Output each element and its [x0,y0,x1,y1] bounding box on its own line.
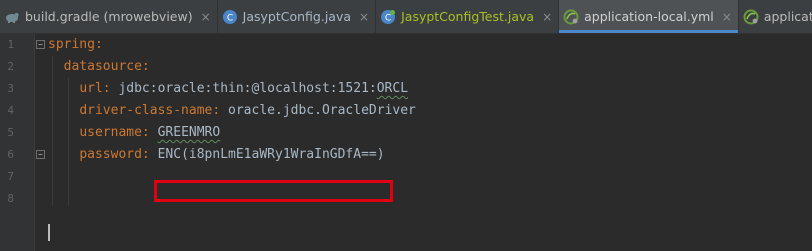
code-line[interactable]: datasource: [48,56,150,78]
code-line[interactable]: username: GREENMRO [48,122,220,144]
yaml-key: datasource: [63,59,150,74]
password-highlight-box [154,180,393,202]
yaml-value: oracle.jdbc.OracleDriver [220,103,416,118]
svg-text:C: C [227,13,233,23]
spring-yml-icon [743,9,764,25]
line-number: 1 [7,38,14,51]
tab-label: application-test.yml [763,9,812,24]
text-cursor [48,224,50,241]
tab-application-test-yml[interactable]: application-test.yml× [739,0,812,33]
svg-text:C: C [385,13,391,23]
close-icon[interactable]: × [722,10,732,24]
line-number: 4 [7,104,14,117]
spellcheck-word: GREENMRO [157,125,221,140]
yaml-value: ENC(i8pnLmE1aWRy1WraInGDfA==) [149,147,385,162]
line-number: 3 [7,82,14,95]
tab-label: build.gradle (mrowebview) [25,9,193,24]
yaml-key: username: [79,125,150,140]
yaml-value [150,125,158,140]
tab-jasyptconfigtest-java[interactable]: C JasyptConfigTest.java × [376,0,560,33]
indent-guide [68,78,69,206]
java-class-icon: C [222,9,243,25]
line-number: 7 [7,170,14,183]
tab-label: application-local.yml [584,9,714,24]
spellcheck-word: ORCL [376,81,409,96]
yaml-value: jdbc:oracle:thin:@localhost:1521: [110,81,377,96]
yaml-key: spring: [48,37,103,52]
close-icon[interactable]: × [201,10,211,24]
tab-jasyptconfig-java[interactable]: C JasyptConfig.java × [218,0,377,33]
java-test-class-icon: C [380,9,401,25]
gradle-icon [4,9,25,25]
fold-marker-icon[interactable] [36,40,46,50]
code-line[interactable]: spring: [48,34,103,56]
line-number: 5 [7,126,14,139]
close-icon[interactable]: × [359,10,369,24]
line-number: 2 [7,60,14,73]
line-number-gutter: 1 2 3 4 5 6 7 8 [0,34,35,251]
fold-marker-icon[interactable] [36,150,46,160]
yaml-key: password: [79,147,150,162]
yaml-key: driver-class-name: [79,103,221,118]
code-line[interactable]: password: ENC(i8pnLmE1aWRy1WraInGDfA==) [48,144,385,166]
tab-application-local-yml[interactable]: application-local.yml × [559,0,739,33]
tab-label: JasyptConfig.java [242,9,352,24]
code-line[interactable]: driver-class-name: oracle.jdbc.OracleDri… [48,100,416,122]
tab-build-gradle[interactable]: build.gradle (mrowebview) × [0,0,218,33]
editor-tab-bar: build.gradle (mrowebview) × C JasyptConfig.… [0,0,812,34]
line-number: 8 [7,192,14,205]
code-line[interactable]: url: jdbc:oracle:thin:@localhost:1521:OR… [48,78,408,100]
spring-yml-icon [563,9,584,25]
yaml-key: url: [79,81,111,96]
line-number: 6 [7,148,14,161]
close-icon[interactable]: × [542,10,552,24]
tab-label: JasyptConfigTest.java [401,9,535,24]
code-editor[interactable]: 1 2 3 4 5 6 7 8 spring: datasource: url: jdbc:o… [0,34,812,251]
indent-guide [52,56,53,206]
